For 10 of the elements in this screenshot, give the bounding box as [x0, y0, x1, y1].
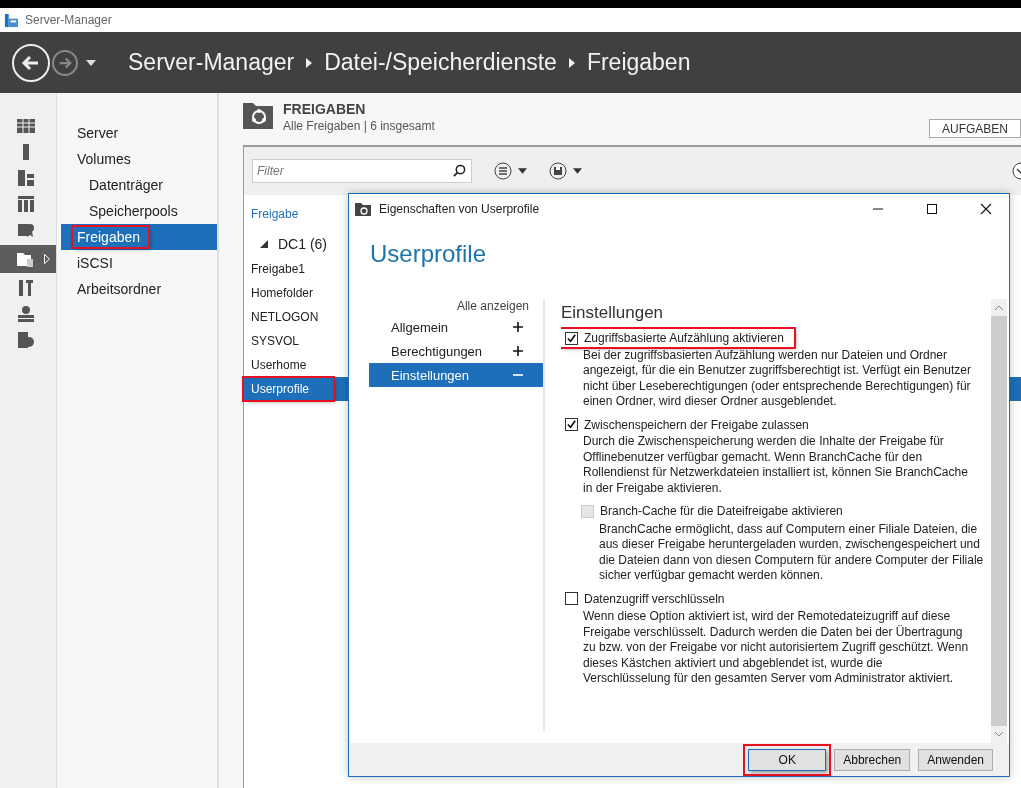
option-description: Wenn diese Option aktiviert ist, wird der Remotedateizugriff auf diese Freigabe verschlüsselt. Dadurch werden die Daten bei der Übertragung zu bzw. von der Freigabe vor nicht autorisiertem Zugriff geschützt. Wenn dieses Kästchen aktiviert und abgeblendet ist, wurde die Verschlüsselung für den gesamten Server vom Administrator aktiviert.: [582, 609, 970, 687]
window-title: Server-Manager: [25, 13, 112, 27]
option-description: Bei der zugriffsbasierten Aufzählung werden nur Dateien und Ordner angezeigt, für die ein Benutzer zugriffsberechtigt ist. Verfügt ein Benutzer nicht über Leseberechtigungen (oder entsprechende Berechtigungen) für einen Ordner, wird dieser Ordner ausgeblendet.: [582, 347, 971, 410]
section-subtitle: Alle Freigaben | 6 insgesamt: [283, 119, 435, 133]
content-title: Einstellungen: [561, 303, 665, 323]
dialog-heading: Userprofile: [369, 239, 488, 269]
option-description: BranchCache ermöglicht, dass auf Computern einer Filiale Dateien, die aus dieser Freigabe heruntergeladen wurden, zwischengespeichert und die Dateien dann von diesen Computern für andere Computer der Filiale sicher verfügbar gemacht werden können.: [598, 521, 985, 584]
dialog-title: Eigenschaften von Userprofile: [379, 202, 540, 216]
section-title: FREIGABEN: [283, 101, 367, 117]
option-description: Durch die Zwischenspeicherung werden die Inhalte der Freigabe für Offlinebenutzer verfügbar gemacht. Wenn BranchCache für den Rollendienst für Netzwerkdateien installiert ist, können Sie BranchCache in der Freigabe aktivieren.: [582, 434, 969, 496]
